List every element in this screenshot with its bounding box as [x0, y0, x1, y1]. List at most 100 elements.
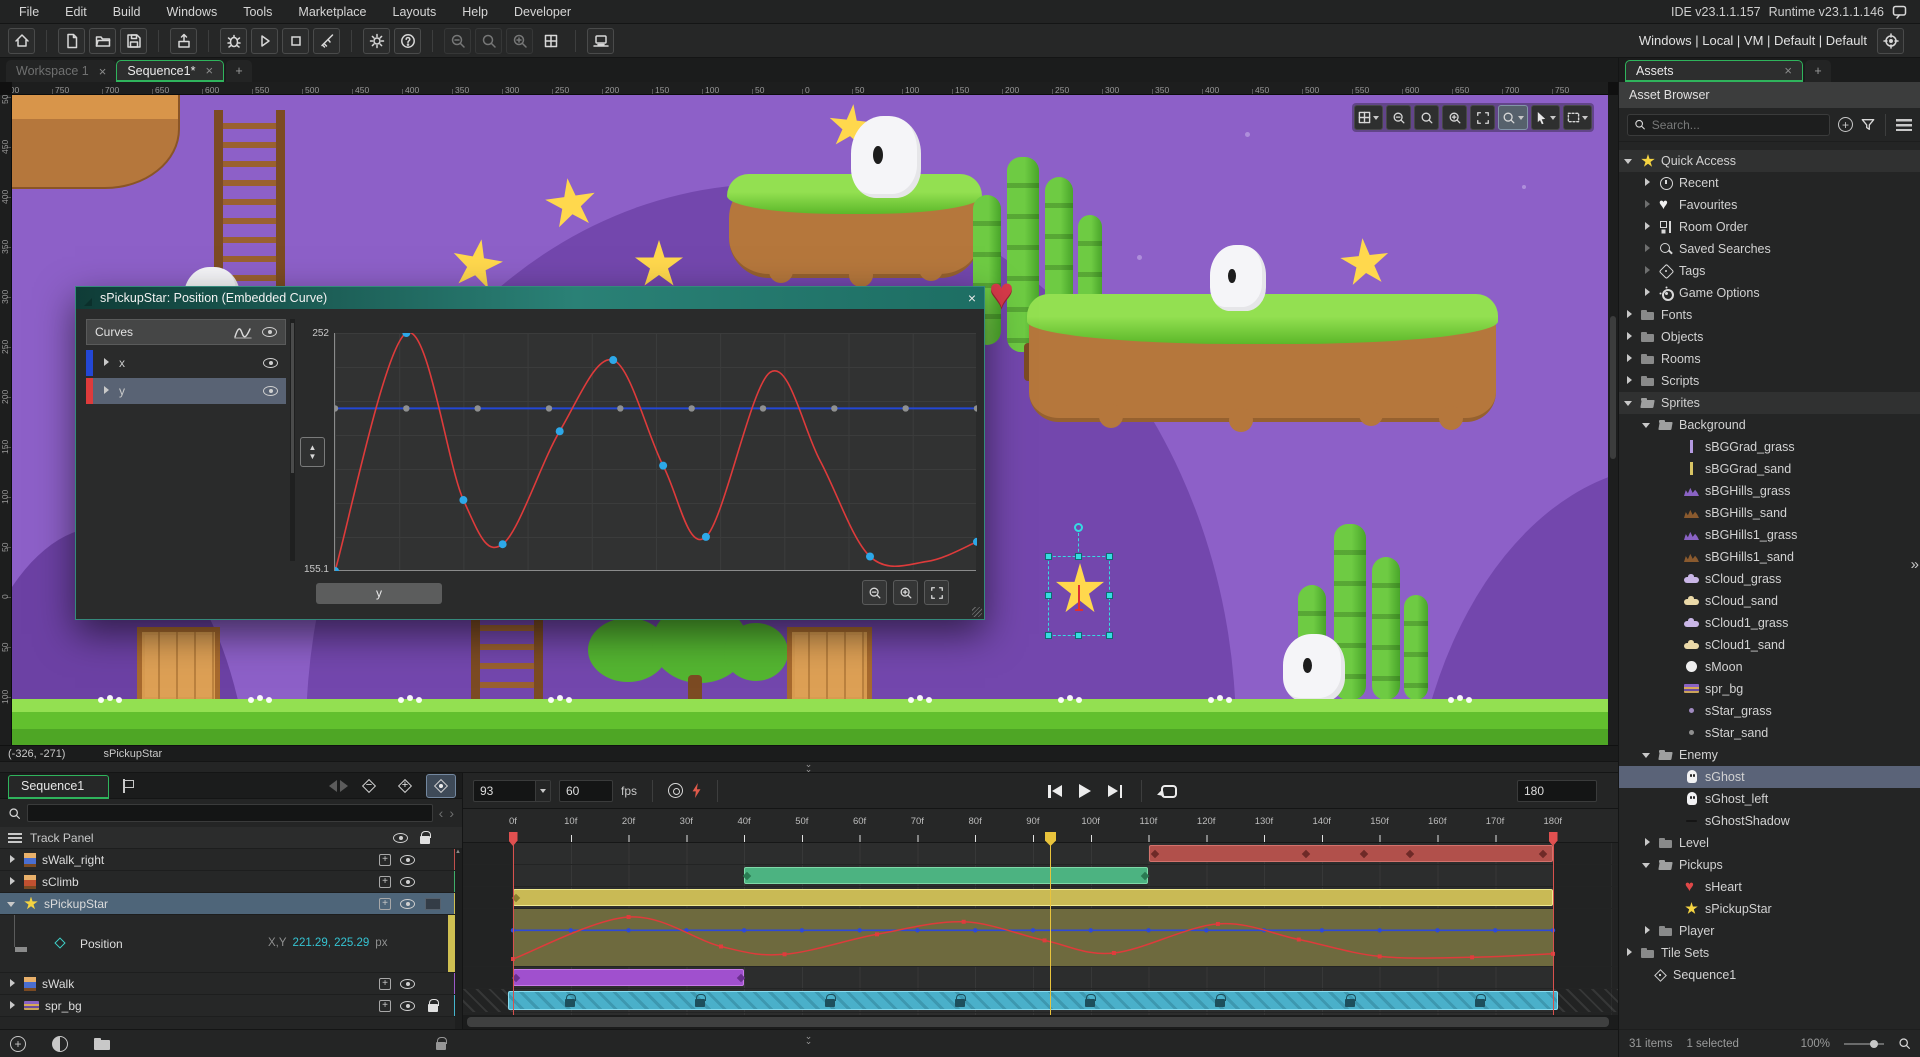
- play-button[interactable]: [1079, 784, 1091, 798]
- save-project-button[interactable]: [120, 28, 147, 54]
- xy-value[interactable]: 221.29, 225.29: [293, 937, 370, 949]
- menu-item[interactable]: Build: [100, 0, 154, 24]
- tree-expand-arrow[interactable]: [1641, 749, 1653, 761]
- timeline-lanes[interactable]: [463, 843, 1619, 1015]
- tree-expand-arrow[interactable]: [1623, 353, 1635, 365]
- panel-collapse-handle[interactable]: ⌄⌄: [800, 1034, 816, 1044]
- zoom-in-button[interactable]: [506, 28, 533, 54]
- keyframe-diamond[interactable]: [1141, 871, 1149, 879]
- menu-item[interactable]: Help: [449, 0, 501, 24]
- zoom-out-button[interactable]: [444, 28, 471, 54]
- windowed-view-button[interactable]: [537, 28, 564, 54]
- remove-keyframe-button[interactable]: −: [354, 774, 384, 798]
- eye-icon[interactable]: [263, 386, 278, 396]
- tree-expand-arrow[interactable]: [1641, 287, 1653, 299]
- tree-item[interactable]: Sprites: [1619, 392, 1920, 414]
- tree-item[interactable]: sStar_sand: [1619, 722, 1920, 744]
- tree-expand-arrow[interactable]: [1667, 881, 1679, 893]
- lock-icon[interactable]: [428, 1004, 438, 1012]
- list-menu-icon[interactable]: [8, 833, 22, 843]
- axis-select-button[interactable]: y: [316, 583, 442, 604]
- tree-item[interactable]: Fonts: [1619, 304, 1920, 326]
- heart-sprite[interactable]: ♥: [989, 272, 1014, 314]
- tree-expand-arrow[interactable]: [1667, 485, 1679, 497]
- keyframe-diamond[interactable]: [737, 973, 745, 981]
- star-sprite[interactable]: [1338, 236, 1393, 291]
- feedback-chat-icon[interactable]: [1892, 4, 1908, 20]
- add-parameter-icon[interactable]: [379, 854, 391, 866]
- flag-icon[interactable]: [121, 779, 134, 793]
- add-track-button[interactable]: [10, 1036, 26, 1052]
- zoom-reset-button[interactable]: [475, 28, 502, 54]
- tree-item[interactable]: Room Order: [1619, 216, 1920, 238]
- grass-platform[interactable]: [1029, 298, 1496, 422]
- close-icon[interactable]: ×: [205, 63, 213, 78]
- canvas-zoom-out-button[interactable]: [1386, 105, 1411, 130]
- cursor-tool-button[interactable]: [1531, 105, 1560, 130]
- next-result-button[interactable]: ›: [449, 806, 454, 820]
- tree-item[interactable]: Objects: [1619, 326, 1920, 348]
- curves-panel-scrollbar[interactable]: [290, 319, 295, 561]
- position-parameter-row[interactable]: Position X,Y 221.29, 225.29 px: [0, 915, 462, 973]
- tree-item[interactable]: Pickups: [1619, 854, 1920, 876]
- track-row-swalk[interactable]: sWalk: [0, 973, 462, 995]
- cliff-sprite[interactable]: [12, 95, 180, 189]
- tree-item[interactable]: sBGGrad_sand: [1619, 458, 1920, 480]
- target-text[interactable]: Windows | Local | VM | Default | Default: [1639, 33, 1867, 48]
- cactus-sprite[interactable]: [1372, 557, 1400, 700]
- track-row-spickupstar[interactable]: sPickupStar: [0, 893, 462, 915]
- hamburger-menu-icon[interactable]: [1896, 119, 1912, 131]
- panel-splitter[interactable]: ⌄⌄: [0, 761, 1618, 773]
- zoom-slider[interactable]: [1844, 1043, 1884, 1045]
- region-tool-button[interactable]: [1563, 105, 1592, 130]
- crate-sprite[interactable]: [137, 627, 220, 705]
- tree-expand-arrow[interactable]: [1667, 441, 1679, 453]
- tree-expand-arrow[interactable]: [1635, 969, 1647, 981]
- tree-item[interactable]: Background: [1619, 414, 1920, 436]
- expand-arrow-icon[interactable]: [100, 357, 112, 369]
- tree-item[interactable]: Recent: [1619, 172, 1920, 194]
- view-mode-button[interactable]: [52, 1036, 68, 1052]
- curve-editor-window[interactable]: sPickupStar: Position (Embedded Curve) ×…: [75, 286, 985, 620]
- clip-spickupstar[interactable]: [513, 889, 1553, 906]
- tree-expand-arrow[interactable]: [1623, 155, 1635, 167]
- collapse-icon[interactable]: [84, 290, 92, 306]
- tree-expand-arrow[interactable]: [1641, 419, 1653, 431]
- debug-button[interactable]: [220, 28, 247, 54]
- home-button[interactable]: [8, 28, 35, 54]
- add-parameter-icon[interactable]: [379, 1000, 391, 1012]
- tree-item[interactable]: sCloud1_grass: [1619, 612, 1920, 634]
- add-parameter-icon[interactable]: [379, 978, 391, 990]
- keyframe-diamond[interactable]: [1538, 849, 1546, 857]
- lane-spickupstar[interactable]: [463, 887, 1619, 909]
- cactus-sprite[interactable]: [1404, 595, 1428, 700]
- close-icon[interactable]: ×: [99, 64, 107, 79]
- tree-item[interactable]: sGhost: [1619, 766, 1920, 788]
- tree-expand-arrow[interactable]: [1667, 903, 1679, 915]
- grid-settings-button[interactable]: [1354, 105, 1383, 130]
- expand-arrow-icon[interactable]: [6, 978, 18, 990]
- create-executable-button[interactable]: [170, 28, 197, 54]
- tree-expand-arrow[interactable]: [1667, 727, 1679, 739]
- tree-item[interactable]: sBGHills_sand: [1619, 502, 1920, 524]
- tree-item[interactable]: Favourites: [1619, 194, 1920, 216]
- add-parameter-icon[interactable]: [379, 876, 391, 888]
- tree-expand-arrow[interactable]: [1667, 463, 1679, 475]
- menu-item[interactable]: Windows: [154, 0, 231, 24]
- lane-spr-bg[interactable]: [463, 989, 1619, 1013]
- eye-icon[interactable]: [400, 899, 415, 909]
- tree-expand-arrow[interactable]: [1641, 221, 1653, 233]
- tree-expand-arrow[interactable]: [1667, 639, 1679, 651]
- tree-expand-arrow[interactable]: [1667, 705, 1679, 717]
- expand-arrow-icon[interactable]: [6, 898, 18, 910]
- eye-icon[interactable]: [393, 833, 408, 843]
- tree-expand-arrow[interactable]: [1667, 595, 1679, 607]
- keyframe-diamond[interactable]: [1359, 849, 1367, 857]
- tree-expand-arrow[interactable]: [1667, 683, 1679, 695]
- track-row-sclimb[interactable]: sClimb: [0, 871, 462, 893]
- lane-swalk-right[interactable]: [463, 843, 1619, 865]
- tree-item[interactable]: Tile Sets: [1619, 942, 1920, 964]
- tab-sequence1[interactable]: Sequence1*×: [116, 60, 224, 82]
- tree-expand-arrow[interactable]: [1641, 243, 1653, 255]
- tree-item[interactable]: sBGHills_grass: [1619, 480, 1920, 502]
